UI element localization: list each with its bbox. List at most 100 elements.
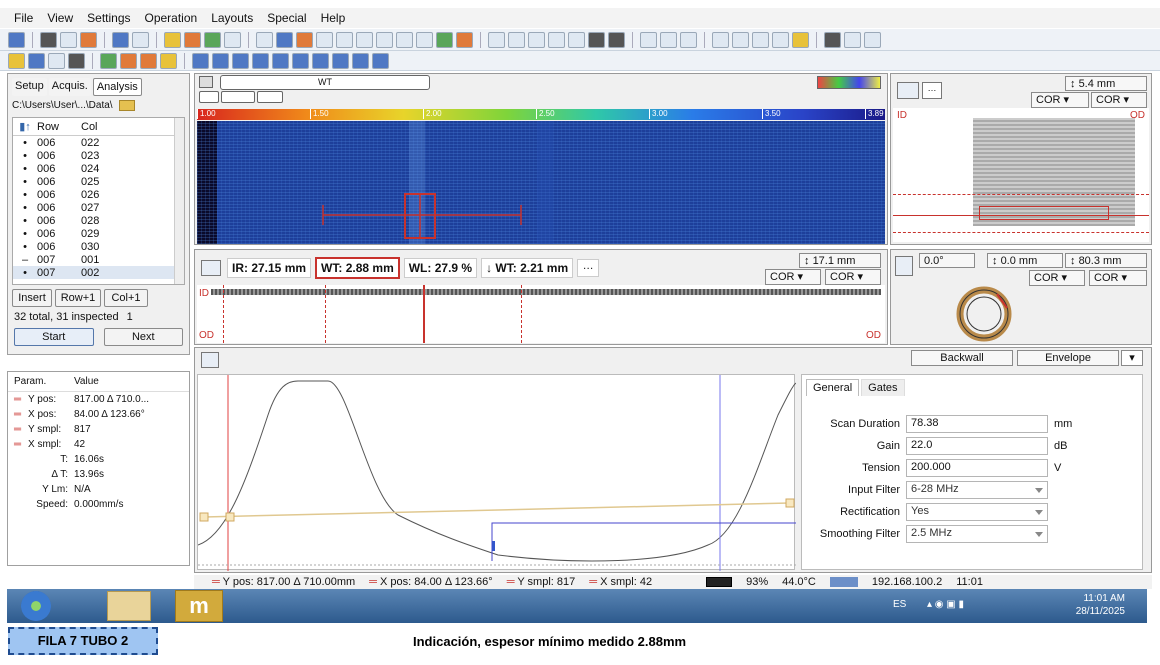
ring-cor-select-1[interactable]: COR ▾	[1029, 270, 1085, 286]
setting-input[interactable]: 78.38	[906, 415, 1048, 433]
link-icon[interactable]	[132, 31, 149, 48]
target-icon[interactable]	[376, 31, 393, 48]
table-row[interactable]: • 006 022	[13, 136, 184, 149]
table-row[interactable]: • 006 028	[13, 214, 184, 227]
erase-icon[interactable]	[296, 31, 313, 48]
shape-icon[interactable]	[416, 31, 433, 48]
tab-acquis[interactable]: Acquis.	[48, 78, 91, 96]
bscan-size-field[interactable]: ↕ 17.1 mm	[799, 253, 881, 268]
folder-icon[interactable]	[118, 100, 135, 111]
size-field[interactable]: ↕ 5.4 mm	[1065, 76, 1147, 91]
chart-icon[interactable]	[224, 31, 241, 48]
panel-menu-icon-5[interactable]	[201, 352, 219, 368]
insert-button[interactable]: Insert	[12, 289, 52, 307]
wrench-icon[interactable]	[8, 52, 25, 69]
tool-icon[interactable]	[256, 31, 273, 48]
pipe-profile[interactable]: ID OD	[893, 108, 1149, 242]
layout-6-icon[interactable]	[292, 52, 309, 69]
defect-cursor[interactable]	[197, 121, 885, 244]
row-col-table[interactable]: ▮↑ Row Col • 006 022 • 006 023 • 006 024 • 006 025 •…	[12, 117, 185, 285]
record-icon[interactable]	[456, 31, 473, 48]
setting-input[interactable]: 22.0	[906, 437, 1048, 455]
signal-icon[interactable]	[844, 31, 861, 48]
flag-orange-icon[interactable]	[140, 52, 157, 69]
cscan-ctrl-2[interactable]	[221, 91, 255, 103]
connect-icon[interactable]	[40, 31, 57, 48]
cor-select-1[interactable]: COR ▾	[1031, 92, 1089, 108]
menu-operation[interactable]: Operation	[145, 11, 198, 25]
ring-view[interactable]	[949, 284, 1019, 344]
layout-2-icon[interactable]	[212, 52, 229, 69]
record-video-icon[interactable]	[608, 31, 625, 48]
layout-4-icon[interactable]	[252, 52, 269, 69]
probe-icon[interactable]	[80, 31, 97, 48]
col-plus-button[interactable]: Col+1	[104, 289, 148, 307]
panel-icon[interactable]	[68, 52, 85, 69]
paint-icon[interactable]	[276, 31, 293, 48]
table-row[interactable]: • 006 030	[13, 240, 184, 253]
grip-3-icon[interactable]	[772, 31, 789, 48]
cscan-image[interactable]	[197, 121, 885, 244]
layout-10-icon[interactable]	[372, 52, 389, 69]
sort-icon[interactable]: ▮↑	[13, 120, 37, 133]
bscan-cor-select-1[interactable]: COR ▾	[765, 269, 821, 285]
pan-icon[interactable]	[548, 31, 565, 48]
export-icon[interactable]	[864, 31, 881, 48]
chevron-down-icon[interactable]: ▾	[1121, 350, 1143, 366]
table-row[interactable]: • 006 026	[13, 188, 184, 201]
cor-select-2[interactable]: COR ▾	[1091, 92, 1147, 108]
table-row[interactable]: • 006 029	[13, 227, 184, 240]
view-icon[interactable]	[184, 31, 201, 48]
grip-icon[interactable]	[732, 31, 749, 48]
cscan-title[interactable]: WT	[220, 75, 430, 90]
bscan-cor-select-2[interactable]: COR ▾	[825, 269, 881, 285]
setting-select[interactable]: 2.5 MHz	[906, 525, 1048, 543]
setting-input[interactable]: 200.000	[906, 459, 1048, 477]
table-row[interactable]: • 006 027	[13, 201, 184, 214]
tab-analysis[interactable]: Analysis	[92, 78, 142, 96]
explorer-icon[interactable]	[107, 591, 151, 621]
filter-icon[interactable]	[356, 31, 373, 48]
table-row[interactable]: • 006 024	[13, 162, 184, 175]
layout-icon[interactable]	[8, 31, 25, 48]
grip-2-icon[interactable]	[752, 31, 769, 48]
panel-menu-icon-3[interactable]	[201, 260, 221, 276]
panel-menu-icon[interactable]	[199, 76, 213, 88]
next-button[interactable]: Next	[103, 328, 183, 346]
menu-layouts[interactable]: Layouts	[211, 11, 253, 25]
ring-cor-select-2[interactable]: COR ▾	[1089, 270, 1147, 286]
move-icon[interactable]	[316, 31, 333, 48]
start-button[interactable]: Start	[14, 328, 94, 346]
panel-menu-icon-2[interactable]	[897, 82, 919, 99]
fit-icon[interactable]	[528, 31, 545, 48]
tab-setup[interactable]: Setup	[12, 78, 47, 96]
backwall-button[interactable]: Backwall	[911, 350, 1013, 366]
tab-general[interactable]: General	[806, 379, 860, 396]
setting-select[interactable]: Yes	[906, 503, 1048, 521]
start-icon[interactable]	[21, 591, 51, 621]
camera-icon[interactable]	[588, 31, 605, 48]
flag-red-icon[interactable]	[120, 52, 137, 69]
highlight-icon[interactable]	[792, 31, 809, 48]
envelope-button[interactable]: Envelope	[1017, 350, 1119, 366]
bscan-image[interactable]: ID OD OD	[197, 285, 885, 343]
save-icon[interactable]	[112, 31, 129, 48]
ruler-icon[interactable]	[712, 31, 729, 48]
tab-gates[interactable]: Gates	[861, 379, 905, 396]
layout-9-icon[interactable]	[352, 52, 369, 69]
menu-settings[interactable]: Settings	[87, 11, 130, 25]
clock[interactable]: 11:01 AM 28/11/2025	[1076, 592, 1125, 618]
measure-icon[interactable]	[336, 31, 353, 48]
zoom-out-icon[interactable]	[508, 31, 525, 48]
table-icon[interactable]	[28, 52, 45, 69]
layout-3-icon[interactable]	[232, 52, 249, 69]
snapshot-icon[interactable]	[436, 31, 453, 48]
table-row[interactable]: • 006 023	[13, 149, 184, 162]
cscan-ctrl-1[interactable]	[199, 91, 219, 103]
zoom-in-icon[interactable]	[488, 31, 505, 48]
layout-8-icon[interactable]	[332, 52, 349, 69]
table-row[interactable]: –007 001	[13, 253, 184, 266]
position-field[interactable]: ↕ 0.0 mm	[987, 253, 1063, 268]
angle-field[interactable]: 0.0°	[919, 253, 975, 268]
cursor-icon[interactable]	[164, 31, 181, 48]
